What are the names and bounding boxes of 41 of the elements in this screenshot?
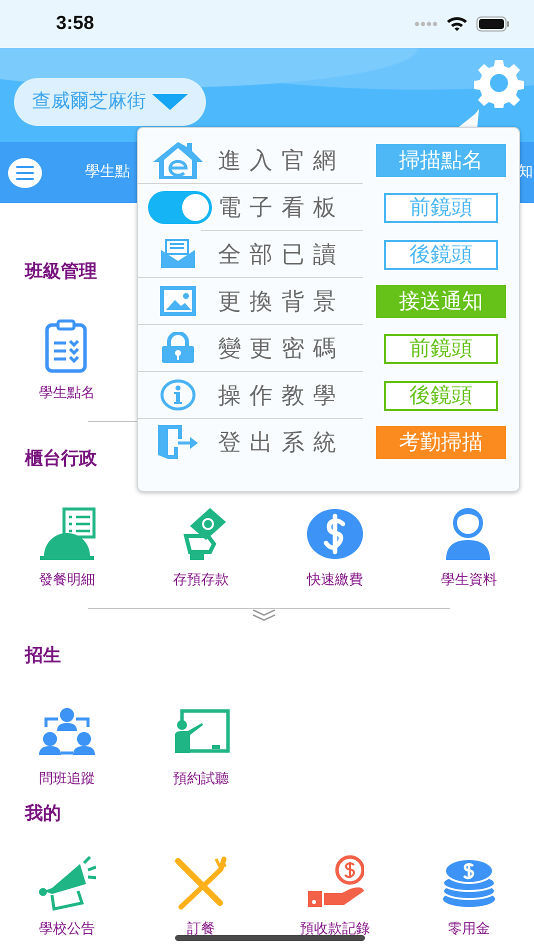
item-label[interactable]: 零用金 xyxy=(448,919,490,937)
menu-item[interactable]: 登出系統 xyxy=(218,425,345,460)
menu-item[interactable]: 進入官網 xyxy=(218,142,345,178)
status-time: 3:58 xyxy=(56,12,94,36)
serving-dish-icon[interactable] xyxy=(38,506,96,562)
menu-item[interactable]: 變更密碼 xyxy=(218,330,345,366)
item-label[interactable]: 發餐明細 xyxy=(39,570,95,588)
section-title: 我的 xyxy=(24,802,62,825)
nav-tab[interactable]: 學生點 xyxy=(85,161,130,184)
item-label[interactable]: 預收款記錄 xyxy=(300,919,370,937)
picture-icon xyxy=(159,285,197,317)
home-page-icon xyxy=(152,140,204,180)
megaphone-icon[interactable] xyxy=(38,855,96,911)
item-label[interactable]: 學生點名 xyxy=(39,383,95,401)
dollar-icon[interactable] xyxy=(306,506,364,562)
menu-button[interactable] xyxy=(8,158,42,188)
item-label[interactable]: 問班追蹤 xyxy=(39,769,95,787)
battery-icon xyxy=(476,16,510,32)
signal-icon xyxy=(414,21,438,27)
item-label[interactable]: 存預存款 xyxy=(173,570,229,588)
menu-item[interactable]: 更換背景 xyxy=(218,284,345,318)
section-title: 櫃台行政 xyxy=(24,447,98,470)
toggle-switch[interactable] xyxy=(148,191,212,224)
item-label[interactable]: 學校公告 xyxy=(39,919,95,937)
item-label[interactable]: 訂餐 xyxy=(187,919,215,937)
item-label[interactable]: 學生資料 xyxy=(441,570,497,588)
info-icon xyxy=(160,379,196,411)
item-label[interactable]: 預約試聽 xyxy=(173,769,229,787)
section-title: 招生 xyxy=(24,644,62,667)
item-label[interactable]: 快速繳費 xyxy=(307,570,363,588)
caret-icon xyxy=(152,94,188,110)
menu-icon xyxy=(16,166,34,180)
menu-item[interactable]: 操作教學 xyxy=(218,378,345,412)
section-title: 班級管理 xyxy=(24,260,98,283)
lock-icon xyxy=(161,332,195,364)
menu-item[interactable]: 電子看板 xyxy=(218,190,345,225)
menu-item[interactable]: 全部已讀 xyxy=(218,236,345,272)
chevron-down-icon[interactable] xyxy=(252,609,276,621)
envelope-icon xyxy=(160,239,196,269)
settings-icon[interactable] xyxy=(474,58,524,108)
wifi-icon xyxy=(446,16,468,32)
